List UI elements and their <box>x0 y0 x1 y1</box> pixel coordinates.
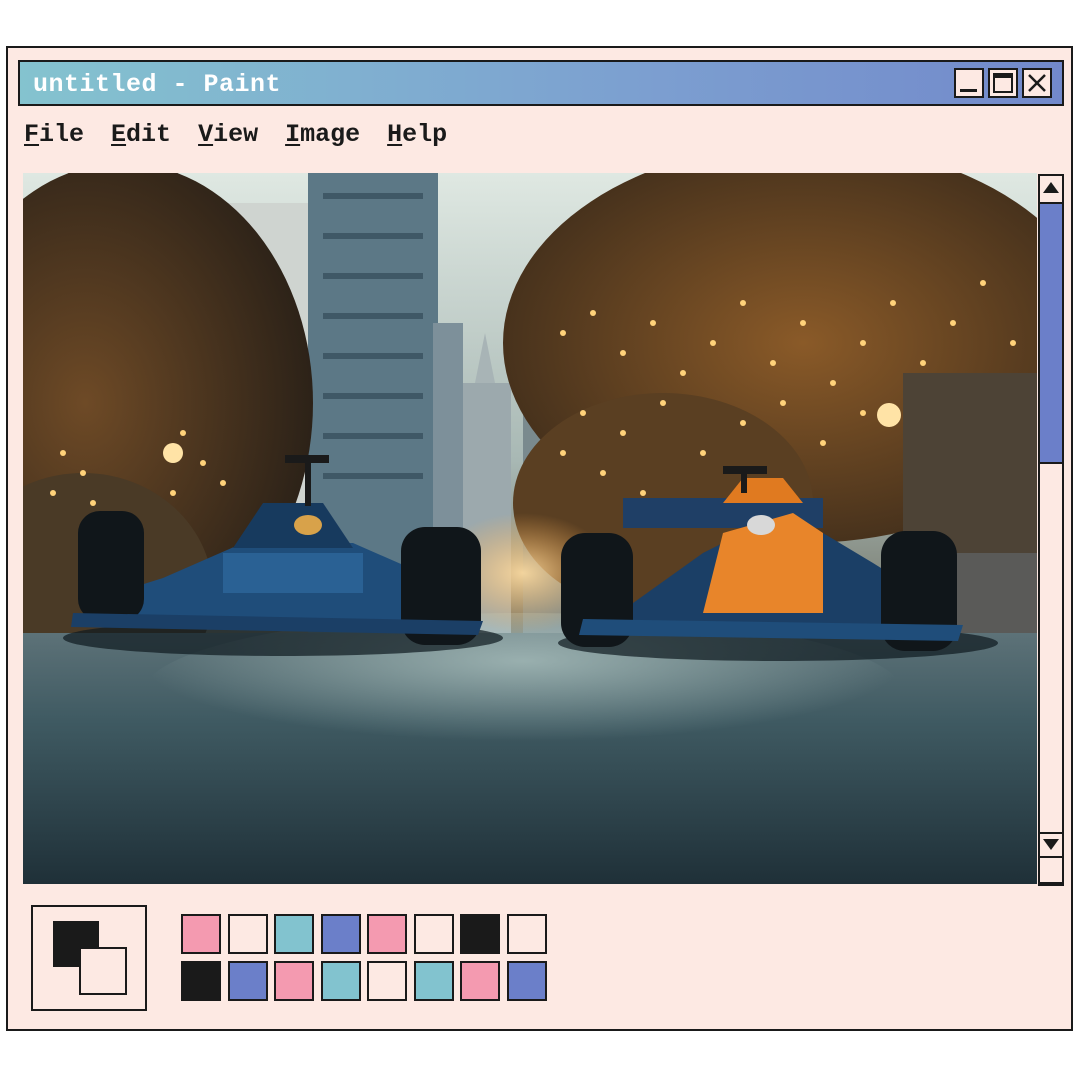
palette-swatch[interactable] <box>274 914 314 954</box>
palette-swatch[interactable] <box>181 961 221 1001</box>
close-icon <box>1028 74 1046 92</box>
palette-swatch[interactable] <box>413 961 454 1001</box>
menu-view-label: iew <box>213 120 259 149</box>
scroll-up-button[interactable] <box>1040 176 1062 200</box>
menu-image-accel: I <box>285 120 301 149</box>
color-selector[interactable] <box>31 905 147 1011</box>
background-color[interactable] <box>79 947 127 995</box>
menu-edit-label: dit <box>126 120 172 149</box>
scroll-down-button[interactable] <box>1040 832 1062 856</box>
menu-file-accel: F <box>24 120 40 149</box>
triangle-up-icon <box>1043 182 1059 193</box>
palette-swatch[interactable] <box>367 961 407 1001</box>
menu-help-label: elp <box>402 120 448 149</box>
menu-help[interactable]: Help <box>387 120 447 156</box>
palette-swatch[interactable] <box>320 961 361 1001</box>
paint-window: untitled - Paint File Edit View Image He… <box>6 46 1073 1031</box>
palette-swatch[interactable] <box>181 914 221 954</box>
palette-swatch[interactable] <box>274 961 314 1001</box>
minimize-icon <box>960 89 977 92</box>
palette-swatch[interactable] <box>506 961 547 1001</box>
title-bar[interactable]: untitled - Paint <box>18 60 1064 106</box>
menu-view-accel: V <box>198 120 214 149</box>
triangle-down-icon <box>1043 839 1059 850</box>
canvas-artwork <box>23 173 1037 884</box>
palette-swatch[interactable] <box>413 914 454 954</box>
menu-image-label: mage <box>300 120 361 149</box>
menu-file-label: ile <box>39 120 85 149</box>
palette-swatch[interactable] <box>367 914 407 954</box>
color-palette <box>181 914 547 1001</box>
menu-file[interactable]: File <box>24 120 84 156</box>
drawing-canvas[interactable] <box>23 173 1037 884</box>
minimize-button[interactable] <box>954 68 984 98</box>
menu-edit-accel: E <box>111 120 127 149</box>
close-button[interactable] <box>1022 68 1052 98</box>
scroll-thumb[interactable] <box>1040 202 1062 464</box>
palette-swatch[interactable] <box>460 914 500 954</box>
vertical-scrollbar[interactable] <box>1038 174 1064 886</box>
maximize-icon <box>993 73 1013 93</box>
menu-edit[interactable]: Edit <box>111 120 171 156</box>
menu-image[interactable]: Image <box>285 120 360 156</box>
scrollbar-corner <box>1038 856 1064 884</box>
menu-bar: File Edit View Image Help <box>24 120 447 156</box>
maximize-button[interactable] <box>988 68 1018 98</box>
menu-view[interactable]: View <box>198 120 258 156</box>
palette-swatch[interactable] <box>227 914 268 954</box>
palette-swatch[interactable] <box>506 914 547 954</box>
palette-swatch[interactable] <box>227 961 268 1001</box>
palette-swatch[interactable] <box>460 961 500 1001</box>
window-title: untitled - Paint <box>33 70 282 99</box>
palette-swatch[interactable] <box>320 914 361 954</box>
menu-help-accel: H <box>387 120 403 149</box>
